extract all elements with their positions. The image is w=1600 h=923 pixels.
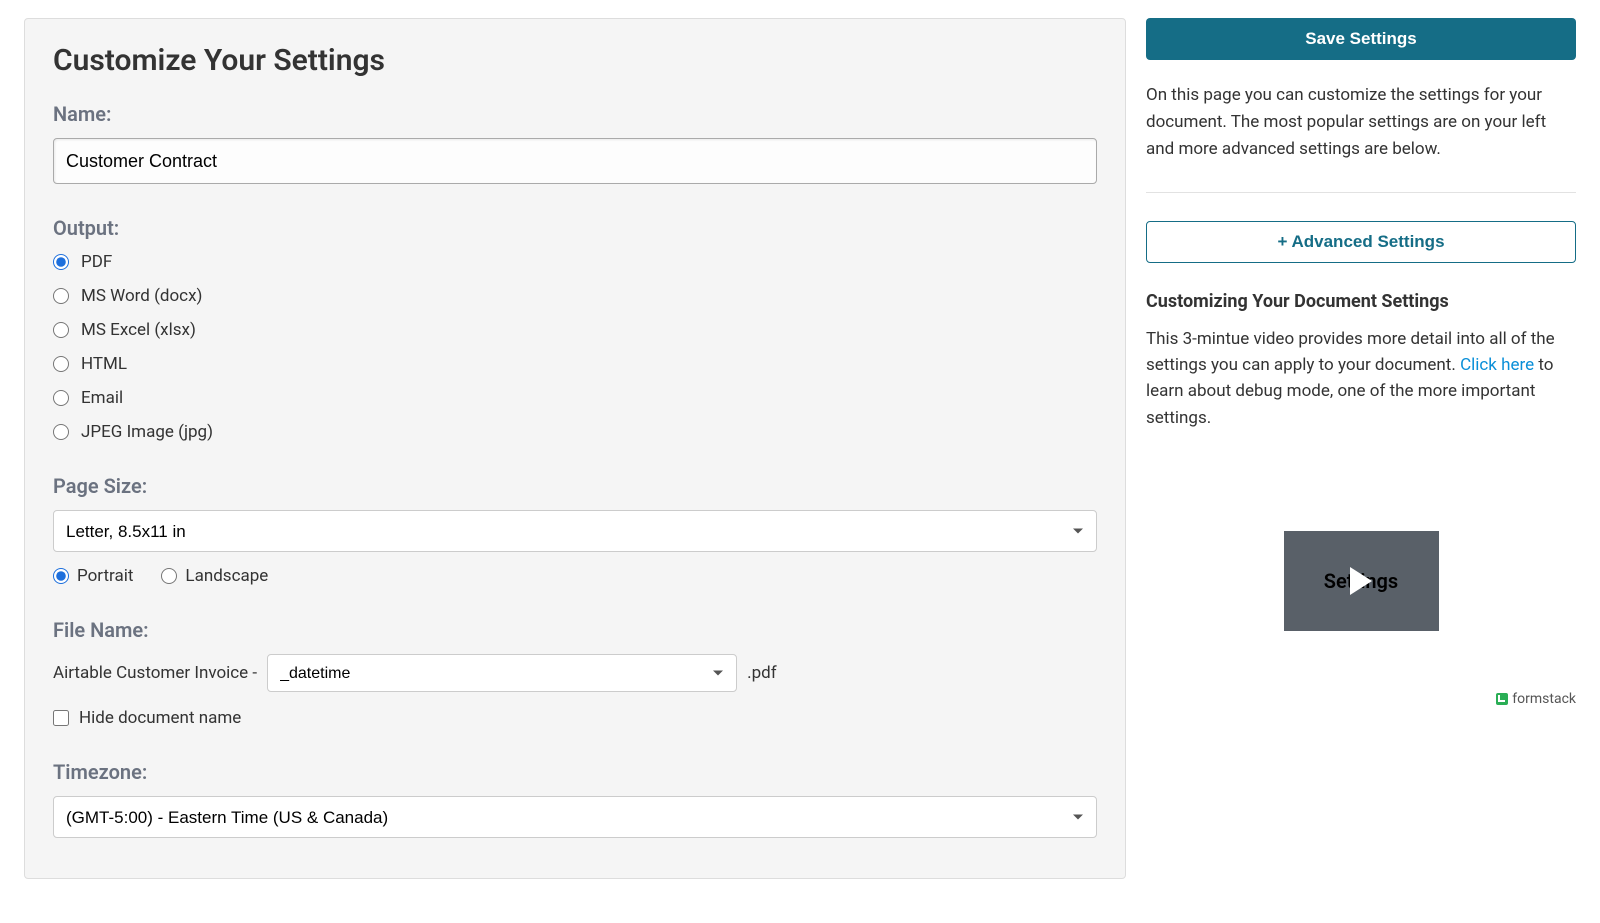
divider	[1146, 192, 1576, 193]
page-title: Customize Your Settings	[53, 43, 1097, 78]
name-field-group: Name:	[53, 102, 1097, 184]
output-option-jpg: JPEG Image (jpg)	[53, 422, 1097, 442]
pagesize-select[interactable]: Letter, 8.5x11 in	[53, 510, 1097, 552]
output-radio-xlsx[interactable]	[53, 322, 69, 338]
output-option-docx: MS Word (docx)	[53, 286, 1097, 306]
formstack-logo-icon	[1496, 693, 1508, 705]
video-thumbnail[interactable]: Settings	[1284, 531, 1439, 631]
sidebar-description: On this page you can customize the setti…	[1146, 82, 1576, 164]
output-option-pdf: PDF	[53, 252, 1097, 272]
filename-label: File Name:	[53, 618, 1097, 642]
output-radio-label: PDF	[81, 252, 112, 272]
filename-field-group: File Name: Airtable Customer Invoice - _…	[53, 618, 1097, 728]
hide-docname-checkbox[interactable]	[53, 710, 69, 726]
help-link[interactable]: Click here	[1460, 355, 1534, 375]
output-radio-list: PDF MS Word (docx) MS Excel (xlsx) HTML …	[53, 252, 1097, 442]
sidebar-panel: Save Settings On this page you can custo…	[1146, 18, 1576, 879]
brand-attribution: formstack	[1146, 691, 1576, 707]
save-settings-button[interactable]: Save Settings	[1146, 18, 1576, 60]
output-option-xlsx: MS Excel (xlsx)	[53, 320, 1097, 340]
output-radio-label: MS Excel (xlsx)	[81, 320, 196, 340]
output-radio-label: HTML	[81, 354, 127, 374]
output-option-email: Email	[53, 388, 1097, 408]
help-text: This 3-mintue video provides more detail…	[1146, 326, 1576, 431]
output-radio-label: JPEG Image (jpg)	[81, 422, 213, 442]
orientation-radio-portrait[interactable]	[53, 568, 69, 584]
output-radio-jpg[interactable]	[53, 424, 69, 440]
filename-suffix-select[interactable]: _datetime	[267, 654, 737, 692]
play-icon	[1350, 567, 1372, 595]
pagesize-field-group: Page Size: Letter, 8.5x11 in Portrait La…	[53, 474, 1097, 586]
pagesize-label: Page Size:	[53, 474, 1097, 498]
timezone-label: Timezone:	[53, 760, 1097, 784]
orientation-label-portrait: Portrait	[77, 566, 133, 586]
name-input[interactable]	[53, 138, 1097, 184]
advanced-settings-button[interactable]: + Advanced Settings	[1146, 221, 1576, 263]
orientation-label-landscape: Landscape	[185, 566, 268, 586]
output-radio-email[interactable]	[53, 390, 69, 406]
timezone-field-group: Timezone: (GMT-5:00) - Eastern Time (US …	[53, 760, 1097, 838]
timezone-select[interactable]: (GMT-5:00) - Eastern Time (US & Canada)	[53, 796, 1097, 838]
orientation-radio-landscape[interactable]	[161, 568, 177, 584]
output-radio-pdf[interactable]	[53, 254, 69, 270]
output-label: Output:	[53, 216, 1097, 240]
output-radio-docx[interactable]	[53, 288, 69, 304]
hide-docname-label: Hide document name	[79, 708, 241, 728]
output-radio-label: Email	[81, 388, 123, 408]
output-radio-html[interactable]	[53, 356, 69, 372]
name-label: Name:	[53, 102, 1097, 126]
output-radio-label: MS Word (docx)	[81, 286, 202, 306]
filename-extension: .pdf	[747, 663, 777, 683]
output-field-group: Output: PDF MS Word (docx) MS Excel (xls…	[53, 216, 1097, 442]
brand-text: formstack	[1512, 691, 1576, 707]
orientation-row: Portrait Landscape	[53, 566, 1097, 586]
output-option-html: HTML	[53, 354, 1097, 374]
filename-prefix: Airtable Customer Invoice -	[53, 663, 257, 683]
help-heading: Customizing Your Document Settings	[1146, 291, 1576, 312]
main-settings-panel: Customize Your Settings Name: Output: PD…	[24, 18, 1126, 879]
